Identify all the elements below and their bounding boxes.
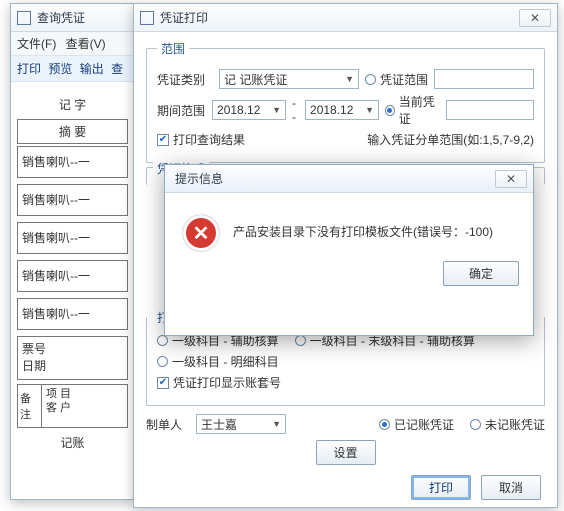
- voucher-range-input[interactable]: [434, 69, 534, 89]
- period-label: 期间范围: [157, 102, 206, 119]
- range-legend: 范围: [157, 40, 189, 57]
- range-group: 范围 凭证类别 记 记账凭证 ▼ 凭证范围 期间范围 2018.12 ▼ --: [146, 40, 545, 163]
- current-voucher-input[interactable]: [446, 100, 534, 120]
- radio-detail[interactable]: 一级科目 - 明细科目: [157, 353, 279, 370]
- radio-posted[interactable]: 已记账凭证: [379, 416, 454, 433]
- period-from-combo[interactable]: 2018.12 ▼: [212, 100, 286, 120]
- toolbar-print[interactable]: 打印: [17, 62, 41, 76]
- period-from-value: 2018.12: [217, 103, 260, 117]
- period-to-value: 2018.12: [310, 103, 353, 117]
- table-row[interactable]: 销售喇叭--一: [17, 222, 128, 254]
- maker-combo[interactable]: 王士嘉 ▼: [196, 414, 286, 434]
- remark-label: 备注: [18, 385, 42, 427]
- message-dialog: 提示信息 ✕ ✕ 产品安装目录下没有打印模板文件(错误号：-100) 确定: [164, 164, 534, 336]
- voucher-type-combo[interactable]: 记 记账凭证 ▼: [219, 69, 359, 89]
- menubar: 文件(F) 查看(V): [11, 32, 134, 56]
- chevron-down-icon: ▼: [365, 105, 374, 115]
- radio-unposted[interactable]: 未记账凭证: [470, 416, 545, 433]
- voucher-type-value: 记 记账凭证: [224, 71, 287, 88]
- ok-button[interactable]: 确定: [443, 261, 519, 286]
- bill-no-label: 票号: [22, 341, 123, 358]
- close-icon[interactable]: ✕: [495, 170, 527, 188]
- titlebar[interactable]: 凭证打印 ✕: [134, 4, 557, 32]
- remark-line: 客 户: [46, 401, 123, 415]
- table-row[interactable]: 销售喇叭--一: [17, 298, 128, 330]
- period-to-combo[interactable]: 2018.12 ▼: [305, 100, 379, 120]
- app-icon: [17, 11, 31, 25]
- bill-box: 票号 日期: [17, 336, 128, 380]
- radio-current-voucher[interactable]: 当前凭证: [385, 93, 440, 127]
- titlebar[interactable]: 查询凭证: [11, 4, 134, 32]
- toolbar-more[interactable]: 查: [111, 62, 123, 76]
- header-summary: 摘 要: [17, 119, 128, 144]
- bill-date-label: 日期: [22, 358, 123, 375]
- header-type: 记 字: [17, 96, 128, 113]
- print-button[interactable]: 打印: [411, 475, 471, 500]
- cancel-button[interactable]: 取消: [481, 475, 541, 500]
- toolbar-export[interactable]: 输出: [80, 62, 104, 76]
- query-voucher-window: 查询凭证 文件(F) 查看(V) 打印 预览 输出 查 记 字 摘 要 销售喇叭…: [10, 3, 135, 500]
- table-row[interactable]: 销售喇叭--一: [17, 184, 128, 216]
- toolbar: 打印 预览 输出 查: [11, 56, 134, 82]
- dialog-title: 提示信息: [171, 170, 495, 187]
- table-row[interactable]: 销售喇叭--一: [17, 260, 128, 292]
- chevron-down-icon: ▼: [272, 419, 281, 429]
- table-row[interactable]: 销售喇叭--一: [17, 146, 128, 178]
- app-icon: [140, 11, 154, 25]
- chevron-down-icon: ▼: [345, 74, 354, 84]
- window-title: 凭证打印: [160, 9, 519, 26]
- menu-file[interactable]: 文件(F): [17, 37, 56, 51]
- close-icon[interactable]: ✕: [519, 9, 551, 27]
- toolbar-preview[interactable]: 预览: [48, 62, 72, 76]
- content-area: 记 字 摘 要 销售喇叭--一 销售喇叭--一 销售喇叭--一 销售喇叭--一 …: [11, 82, 134, 457]
- dialog-message: 产品安装目录下没有打印模板文件(错误号：-100): [233, 215, 493, 240]
- check-show-book[interactable]: 凭证打印显示账套号: [157, 374, 281, 391]
- footer-label: 记账: [17, 434, 128, 451]
- menu-view[interactable]: 查看(V): [66, 37, 106, 51]
- window-title: 查询凭证: [37, 9, 128, 26]
- voucher-type-label: 凭证类别: [157, 71, 213, 88]
- maker-value: 王士嘉: [201, 416, 237, 433]
- radio-voucher-range[interactable]: 凭证范围: [365, 71, 428, 88]
- remark-box: 备注 项 目 客 户: [17, 384, 128, 428]
- remark-line: 项 目: [46, 387, 123, 401]
- maker-label: 制单人: [146, 416, 190, 433]
- error-icon: ✕: [183, 215, 219, 251]
- check-print-query-result[interactable]: 打印查询结果: [157, 131, 245, 148]
- dialog-titlebar[interactable]: 提示信息 ✕: [165, 165, 533, 193]
- chevron-down-icon: ▼: [272, 105, 281, 115]
- settings-button[interactable]: 设置: [316, 440, 376, 465]
- range-hint: 输入凭证分单范围(如:1,5,7-9,2): [367, 131, 534, 148]
